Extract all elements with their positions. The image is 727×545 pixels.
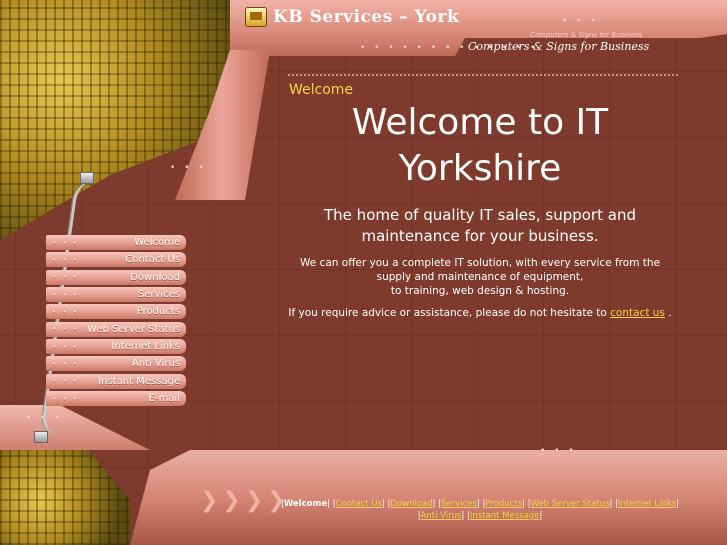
nav-dots-icon: • • • <box>52 307 79 316</box>
nav-dots-icon: • • • <box>52 377 79 386</box>
page-title-line-2: Yorkshire <box>398 148 562 189</box>
nav-item-internet-links[interactable]: • • • Internet Links <box>46 339 186 355</box>
decor-dots-header: • • • <box>562 16 599 26</box>
nav-dots-icon: • • • <box>52 273 79 282</box>
nav-dots-icon: • • • <box>52 342 79 351</box>
plug-top-icon <box>80 172 94 184</box>
divider <box>288 74 678 76</box>
nav-item-instant-message[interactable]: • • • Instant Message <box>46 373 186 389</box>
contact-paragraph: If you require advice or assistance, ple… <box>280 306 680 320</box>
intro-line-3: to training, web design & hosting. <box>390 285 570 297</box>
contact-suffix: . <box>668 307 672 319</box>
subheading: The home of quality IT sales, support an… <box>300 205 660 247</box>
nav-dots-icon: • • • <box>52 255 79 264</box>
nav-item-services[interactable]: • • • Services <box>46 287 186 303</box>
nav-item-welcome[interactable]: • • • Welcome <box>46 235 186 250</box>
footer-link-contact-us[interactable]: Contact Us <box>336 499 382 509</box>
footer-link-web-server-status[interactable]: Web Server Status <box>531 499 610 509</box>
nav-label: Anti Virus <box>131 358 180 370</box>
nav-label: E-mail <box>148 393 180 405</box>
footer-link-anti-virus[interactable]: Anti Virus <box>421 511 462 521</box>
nav-label: Services <box>137 289 180 301</box>
nav-dots-icon: • • • <box>52 325 79 334</box>
decor-dots-strut: • • • <box>170 163 207 173</box>
nav-label: Download <box>130 271 180 283</box>
tagline: Computers & Signs for Business <box>468 40 650 53</box>
section-label: Welcome <box>289 82 354 98</box>
nav-dots-icon: • • • <box>52 290 79 299</box>
contact-text: If you require advice or assistance, ple… <box>288 307 607 319</box>
subheading-line-2: maintenance for your business. <box>361 227 599 245</box>
footer-link-instant-message[interactable]: Instant Message <box>470 511 540 521</box>
footer-link-products[interactable]: Products <box>485 499 522 509</box>
nav-label: Products <box>136 306 180 318</box>
site-logo[interactable]: KB Services – York <box>245 7 459 27</box>
site-title: KB Services – York <box>273 7 460 27</box>
nav-item-email[interactable]: • • • E-mail <box>46 391 186 407</box>
monitor-icon <box>245 7 267 27</box>
nav-dots-icon: • • • <box>52 238 79 247</box>
nav-item-web-server-status[interactable]: • • • Web Server Status <box>46 321 186 337</box>
nav-dots-icon: • • • <box>52 394 79 403</box>
decor-dots-footer: • • • <box>540 446 577 456</box>
nav-item-anti-virus[interactable]: • • • Anti Virus <box>46 356 186 372</box>
nav-label: Internet Links <box>111 341 180 353</box>
nav-label: Web Server Status <box>87 323 180 335</box>
nav-dots-icon: • • • <box>52 359 79 368</box>
footer-links: |Welcome| |Contact Us| |Download| |Servi… <box>280 499 680 521</box>
nav-label: Contact Us <box>125 254 180 266</box>
intro-line-2: supply and maintenance of equipment, <box>376 271 584 283</box>
page-title-line-1: Welcome to IT <box>351 102 609 143</box>
tagline-small: Computers & Signs for Business <box>530 31 643 39</box>
decor-dots-bottom-left: • • • <box>26 413 63 423</box>
side-navigation: • • • Welcome • • • Contact Us • • • Downlo… <box>46 235 186 408</box>
nav-item-contact-us[interactable]: • • • Contact Us <box>46 252 186 268</box>
intro-paragraph: We can offer you a complete IT solution,… <box>280 256 680 298</box>
intro-line-1: We can offer you a complete IT solution,… <box>300 257 660 269</box>
nav-label: Instant Message <box>98 375 180 387</box>
footer-link-internet-links[interactable]: Internet Links <box>618 499 676 509</box>
footer-current-welcome: Welcome <box>283 499 328 509</box>
page-title: Welcome to IT Yorkshire <box>280 100 680 192</box>
subheading-line-1: The home of quality IT sales, support an… <box>324 206 636 224</box>
contact-us-link[interactable]: contact us <box>610 307 665 319</box>
footer-link-services[interactable]: Services <box>441 499 477 509</box>
nav-item-download[interactable]: • • • Download <box>46 269 186 285</box>
plug-bottom-icon <box>34 431 48 443</box>
nav-label: Welcome <box>134 237 180 248</box>
footer-link-download[interactable]: Download <box>390 499 432 509</box>
nav-item-products[interactable]: • • • Products <box>46 304 186 320</box>
